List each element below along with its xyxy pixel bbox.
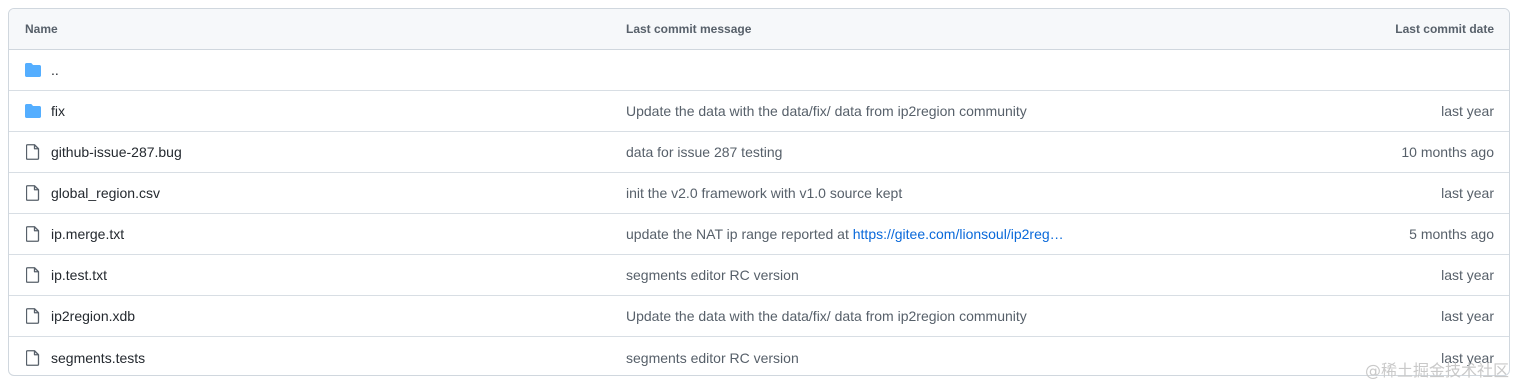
commit-date: 10 months ago (1401, 144, 1494, 160)
folder-icon (25, 103, 41, 119)
file-name-link[interactable]: .. (51, 62, 59, 78)
table-row[interactable]: fix Update the data with the data/fix/ d… (9, 91, 1509, 132)
file-icon (25, 267, 41, 283)
commit-message[interactable]: Update the data with the data/fix/ data … (626, 103, 1027, 119)
table-row[interactable]: global_region.csv init the v2.0 framewor… (9, 173, 1509, 214)
file-name-link[interactable]: fix (51, 103, 65, 119)
commit-date: last year (1441, 267, 1494, 283)
folder-icon (25, 62, 41, 78)
file-icon (25, 349, 41, 366)
file-name-link[interactable]: global_region.csv (51, 185, 160, 201)
file-icon (25, 185, 41, 201)
commit-message[interactable]: data for issue 287 testing (626, 144, 782, 160)
commit-date: last year (1441, 308, 1494, 324)
table-row[interactable]: ip.merge.txt update the NAT ip range rep… (9, 214, 1509, 255)
commit-message[interactable]: segments editor RC version (626, 267, 799, 283)
file-name-link[interactable]: ip.merge.txt (51, 226, 124, 242)
file-name-link[interactable]: segments.tests (51, 350, 145, 366)
table-row[interactable]: ip2region.xdb Update the data with the d… (9, 296, 1509, 337)
file-name-link[interactable]: github-issue-287.bug (51, 144, 182, 160)
commit-date: last year (1441, 103, 1494, 119)
commit-date: last year (1441, 185, 1494, 201)
table-header: Name Last commit message Last commit dat… (9, 9, 1509, 50)
file-name-link[interactable]: ip2region.xdb (51, 308, 135, 324)
commit-message[interactable]: Update the data with the data/fix/ data … (626, 308, 1027, 324)
commit-message[interactable]: update the NAT ip range reported at (626, 226, 853, 242)
header-name: Name (25, 22, 58, 36)
file-table: Name Last commit message Last commit dat… (8, 8, 1510, 376)
watermark: @稀土掘金技术社区 (1364, 361, 1509, 380)
commit-message[interactable]: init the v2.0 framework with v1.0 source… (626, 185, 902, 201)
header-last-commit-message: Last commit message (626, 22, 752, 36)
file-icon (25, 308, 41, 324)
file-name-link[interactable]: ip.test.txt (51, 267, 107, 283)
table-row-parent[interactable]: .. (9, 50, 1509, 91)
table-row[interactable]: segments.tests segments editor RC versio… (9, 337, 1509, 375)
commit-message[interactable]: segments editor RC version (626, 350, 799, 366)
header-last-commit-date: Last commit date (1395, 22, 1494, 36)
file-icon (25, 226, 41, 242)
commit-message-url-link[interactable]: https://gitee.com/lionsoul/ip2reg… (853, 226, 1064, 242)
file-icon (25, 144, 41, 160)
table-row[interactable]: github-issue-287.bug data for issue 287 … (9, 132, 1509, 173)
table-row[interactable]: ip.test.txt segments editor RC version l… (9, 255, 1509, 296)
commit-date: 5 months ago (1409, 226, 1494, 242)
